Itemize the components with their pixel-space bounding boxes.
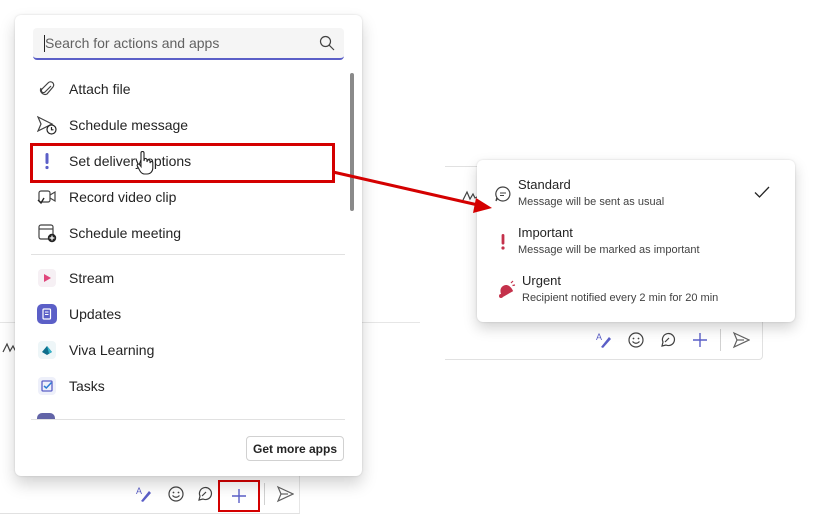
actions-apps-button[interactable] xyxy=(218,480,260,512)
menu-list: Attach file Schedule message Set deliver… xyxy=(31,71,345,404)
search-box[interactable] xyxy=(33,28,344,60)
stream-app-icon xyxy=(37,268,57,288)
menu-scrollbar[interactable] xyxy=(350,73,354,211)
format-icon: A xyxy=(136,486,151,502)
toolbar-divider xyxy=(264,483,265,505)
actions-apps-button[interactable] xyxy=(684,326,716,354)
menu-item-label: Schedule meeting xyxy=(69,225,182,241)
compose-toolbar: A xyxy=(128,480,301,512)
menu-divider xyxy=(31,419,345,420)
actions-apps-menu: Attach file Schedule message Set deliver… xyxy=(15,15,362,476)
menu-item-schedule-meeting[interactable]: Schedule meeting xyxy=(31,215,345,251)
updates-app-icon xyxy=(37,304,57,324)
menu-item-label: Record video clip xyxy=(69,189,177,205)
delivery-priority-menu: Standard Message will be sent as usual I… xyxy=(477,160,795,322)
menu-item-attach-file[interactable]: Attach file xyxy=(31,71,345,107)
send-button[interactable] xyxy=(269,480,301,508)
video-clip-icon xyxy=(37,187,57,207)
menu-item-label: Schedule message xyxy=(69,117,189,133)
annotation-highlight xyxy=(30,143,335,183)
menu-item-label: Viva Learning xyxy=(69,342,155,358)
get-more-apps-button[interactable]: Get more apps xyxy=(246,436,344,461)
priority-option-standard[interactable]: Standard Message will be sent as usual xyxy=(491,174,781,214)
emoji-icon xyxy=(168,486,184,502)
menu-item-label: Tasks xyxy=(69,378,105,394)
schedule-send-icon xyxy=(37,115,57,135)
send-icon xyxy=(732,331,750,349)
priority-option-urgent[interactable]: Urgent Recipient notified every 2 min fo… xyxy=(491,270,781,310)
emoji-icon xyxy=(628,332,644,348)
emoji-button[interactable] xyxy=(160,480,192,508)
search-input[interactable] xyxy=(45,28,310,58)
format-icon: A xyxy=(596,332,611,348)
send-button[interactable] xyxy=(725,326,757,354)
menu-item-viva-learning[interactable]: Viva Learning xyxy=(31,332,345,368)
loop-button[interactable] xyxy=(652,326,684,354)
emoji-button[interactable] xyxy=(620,326,652,354)
loop-icon xyxy=(661,332,676,347)
priority-option-description: Recipient notified every 2 min for 20 mi… xyxy=(522,292,719,304)
checkmark-icon xyxy=(754,186,770,198)
priority-option-important[interactable]: Important Message will be marked as impo… xyxy=(491,222,781,262)
priority-option-title: Important xyxy=(518,225,573,240)
priority-option-title: Urgent xyxy=(522,273,562,288)
menu-item-tasks[interactable]: Tasks xyxy=(31,368,345,404)
paperclip-icon xyxy=(37,79,57,99)
format-button[interactable]: A xyxy=(588,326,620,354)
menu-item-label: Attach file xyxy=(69,81,131,97)
plus-icon xyxy=(693,333,707,347)
toolbar-divider xyxy=(720,329,721,351)
menu-divider xyxy=(31,254,345,255)
search-icon[interactable] xyxy=(319,35,335,51)
priority-option-description: Message will be marked as important xyxy=(518,244,700,256)
tasks-app-icon xyxy=(37,376,57,396)
menu-item-label: Stream xyxy=(69,270,115,286)
format-button[interactable]: A xyxy=(128,480,160,508)
chat-bubble-icon xyxy=(493,184,513,204)
loop-button[interactable] xyxy=(192,480,218,508)
exclamation-icon xyxy=(493,232,513,252)
menu-item-updates[interactable]: Updates xyxy=(31,296,345,332)
svg-text:A: A xyxy=(136,486,142,496)
calendar-add-icon xyxy=(37,223,57,243)
svg-text:A: A xyxy=(596,332,602,342)
plus-icon xyxy=(232,489,246,503)
hand-pointer-cursor-icon xyxy=(136,151,154,175)
menu-item-stream[interactable]: Stream xyxy=(31,260,345,296)
priority-option-title: Standard xyxy=(518,177,571,192)
priority-option-description: Message will be sent as usual xyxy=(518,196,665,208)
viva-learning-app-icon xyxy=(37,340,57,360)
menu-item-record-video-clip[interactable]: Record video clip xyxy=(31,179,345,215)
menu-item-label: Updates xyxy=(69,306,122,322)
send-icon xyxy=(276,485,294,503)
compose-toolbar: A xyxy=(588,326,757,354)
loop-icon xyxy=(198,486,213,501)
menu-item-schedule-message[interactable]: Schedule message xyxy=(31,107,345,143)
bell-alert-icon xyxy=(496,280,516,300)
